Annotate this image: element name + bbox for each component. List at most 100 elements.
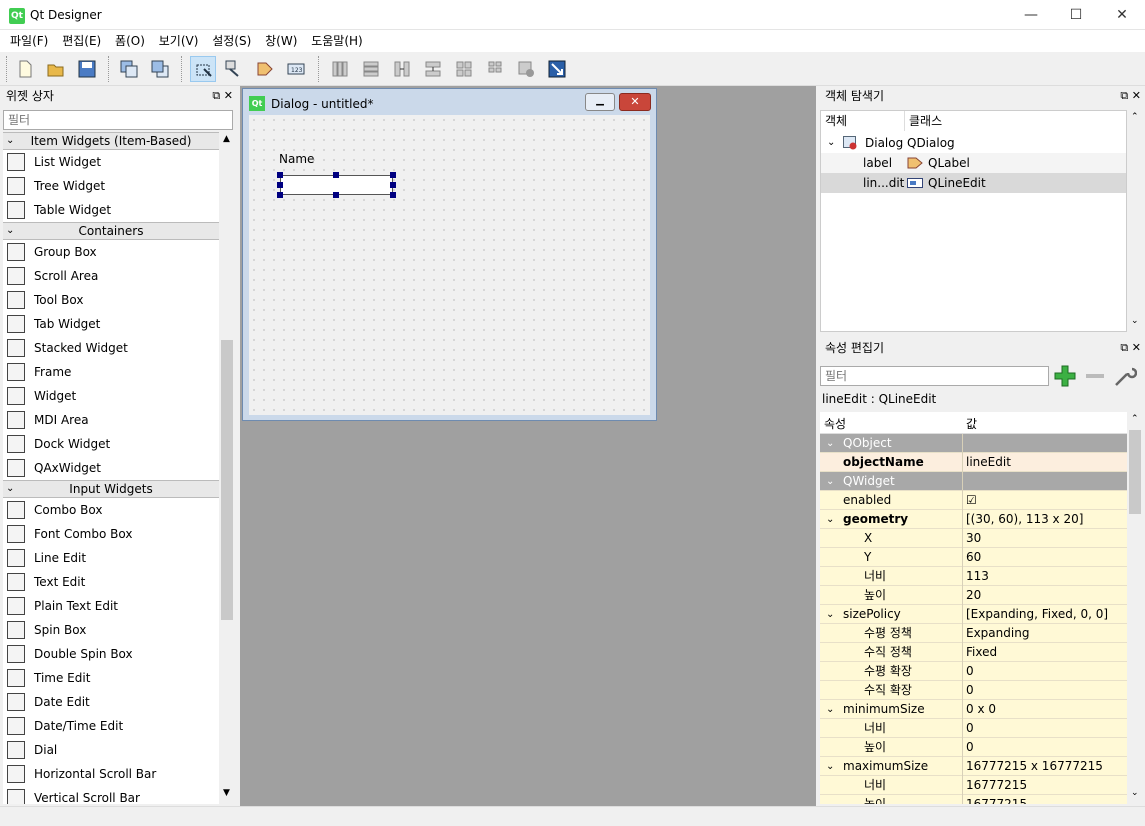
widget-item[interactable]: Combo Box [3,498,219,522]
property-value[interactable]: Expanding [966,624,1126,643]
configure-wrench-icon[interactable] [1113,364,1137,388]
send-to-back-button[interactable] [116,56,142,82]
widget-item[interactable]: Double Spin Box [3,642,219,666]
widget-filter-input[interactable] [3,110,233,130]
widget-item[interactable]: Frame [3,360,219,384]
widget-item[interactable]: MDI Area [3,408,219,432]
new-file-button[interactable] [12,56,38,82]
property-value[interactable]: 16777215 x 16777215 [966,757,1126,776]
save-button[interactable] [74,56,100,82]
property-row[interactable]: X 30 [820,529,1127,548]
form-minimize-icon[interactable]: ▁ [585,93,615,111]
widget-item[interactable]: Table Widget [3,198,219,222]
widget-item[interactable]: Spin Box [3,618,219,642]
property-row[interactable]: ⌄ QObject [820,434,1127,453]
property-value[interactable]: 20 [966,586,1126,605]
layout-form-button[interactable] [482,56,508,82]
property-value[interactable]: 0 [966,738,1126,757]
scroll-down-icon[interactable]: ▼ [223,788,230,798]
expand-chevron-icon[interactable]: ⌄ [827,133,835,153]
widget-list-scroll-thumb[interactable] [221,340,233,620]
property-row[interactable]: 높이 16777215 [820,795,1127,804]
widget-item[interactable]: Dial [3,738,219,762]
property-value[interactable] [966,434,1126,453]
edit-widgets-button[interactable] [190,56,216,82]
widget-item[interactable]: Time Edit [3,666,219,690]
widget-category-header[interactable]: ⌄ Containers [3,222,219,240]
property-value[interactable]: 16777215 [966,795,1126,804]
property-value[interactable]: 30 [966,529,1126,548]
minimize-icon[interactable]: — [1008,0,1054,30]
resize-handle[interactable] [333,192,339,198]
menu-form[interactable]: 폼(O) [110,30,150,52]
resize-handle[interactable] [277,182,283,188]
column-class[interactable]: 클래스 [905,111,1125,131]
resize-handle[interactable] [277,172,283,178]
property-value[interactable]: 16777215 [966,776,1126,795]
widget-item[interactable]: Text Edit [3,570,219,594]
property-row[interactable]: ⌄ geometry [(30, 60), 113 x 20] [820,510,1127,529]
widget-item[interactable]: Vertical Scroll Bar [3,786,219,804]
property-value[interactable] [966,472,1126,491]
collapse-chevron-icon[interactable]: ⌄ [6,223,14,239]
widget-item[interactable]: QAxWidget [3,456,219,480]
edit-tab-order-button[interactable]: 123 [283,56,309,82]
widget-item[interactable]: Horizontal Scroll Bar [3,762,219,786]
property-value[interactable]: 113 [966,567,1126,586]
layout-h-splitter-button[interactable] [389,56,415,82]
resize-handle[interactable] [390,182,396,188]
widget-category-header[interactable]: ⌄ Input Widgets [3,480,219,498]
edit-signals-button[interactable] [221,56,247,82]
property-row[interactable]: ⌄ QWidget [820,472,1127,491]
float-icon[interactable]: ⧉ [1120,341,1128,354]
property-value[interactable]: lineEdit [966,453,1126,472]
add-property-icon[interactable] [1053,364,1077,388]
layout-grid-button[interactable] [451,56,477,82]
widget-item[interactable]: Tool Box [3,288,219,312]
column-property[interactable]: 속성 [824,415,846,432]
property-filter-input[interactable] [820,366,1049,386]
bring-to-front-button[interactable] [147,56,173,82]
property-row[interactable]: 높이 20 [820,586,1127,605]
widget-item[interactable]: List Widget [3,150,219,174]
maximize-icon[interactable]: ☐ [1053,0,1099,30]
float-icon[interactable]: ⧉ [1120,89,1128,102]
resize-handle[interactable] [277,192,283,198]
scroll-up-icon[interactable]: ⌃ [1131,414,1139,424]
property-scroll-thumb[interactable] [1129,430,1141,514]
property-value[interactable]: 60 [966,548,1126,567]
collapse-chevron-icon[interactable]: ⌄ [6,133,14,149]
property-value[interactable]: [Expanding, Fixed, 0, 0] [966,605,1126,624]
column-value[interactable]: 값 [966,415,977,432]
menu-view[interactable]: 보기(V) [154,30,204,52]
form-canvas[interactable]: Name [249,115,650,415]
close-dock-icon[interactable]: ✕ [1132,89,1141,102]
open-file-button[interactable] [43,56,69,82]
resize-handle[interactable] [390,172,396,178]
property-row[interactable]: 수평 정책 Expanding [820,624,1127,643]
widget-item[interactable]: Line Edit [3,546,219,570]
widget-item[interactable]: Plain Text Edit [3,594,219,618]
layout-v-splitter-button[interactable] [420,56,446,82]
widget-item[interactable]: Dock Widget [3,432,219,456]
property-value[interactable]: [(30, 60), 113 x 20] [966,510,1126,529]
scroll-down-icon[interactable]: ⌄ [1131,788,1139,798]
widget-category-header[interactable]: ⌄ Item Widgets (Item-Based) [3,132,219,150]
property-value[interactable]: 0 [966,719,1126,738]
resize-handle[interactable] [390,192,396,198]
property-row[interactable]: 너비 16777215 [820,776,1127,795]
menu-help[interactable]: 도움말(H) [306,30,368,52]
form-close-icon[interactable]: ✕ [619,93,651,111]
tree-row-lineedit[interactable]: lin...dit QLineEdit [821,173,1126,193]
collapse-chevron-icon[interactable]: ⌄ [6,481,14,497]
scroll-up-icon[interactable]: ▲ [223,134,230,144]
close-dock-icon[interactable]: ✕ [1132,341,1141,354]
property-value[interactable]: 0 x 0 [966,700,1126,719]
property-value[interactable]: Fixed [966,643,1126,662]
property-row[interactable]: 높이 0 [820,738,1127,757]
resize-handle[interactable] [333,172,339,178]
menu-settings[interactable]: 설정(S) [207,30,256,52]
widget-item[interactable]: Tab Widget [3,312,219,336]
property-value[interactable]: 0 [966,681,1126,700]
property-row[interactable]: 너비 0 [820,719,1127,738]
